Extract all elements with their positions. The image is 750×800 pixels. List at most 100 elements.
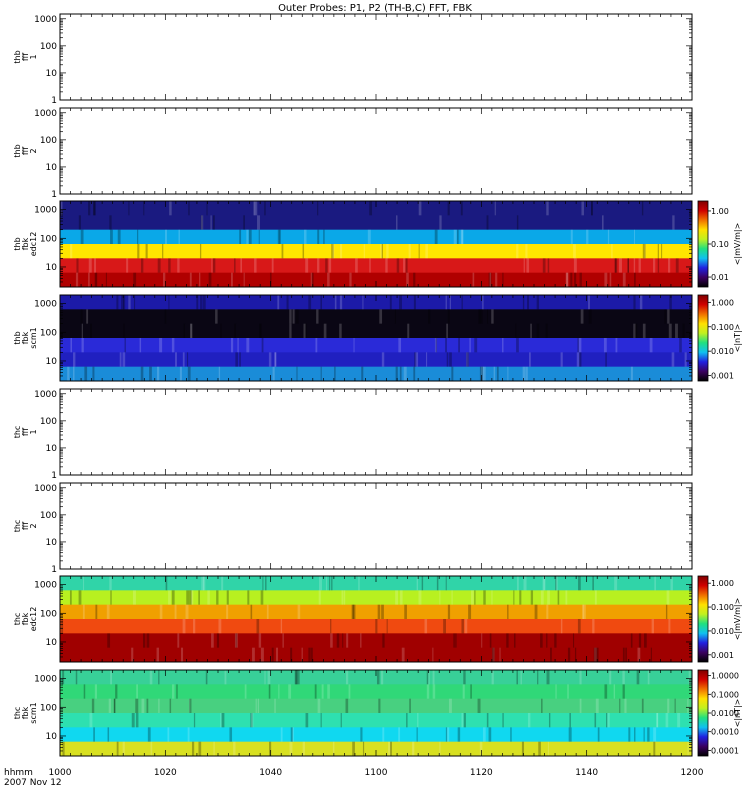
spectrogram-streak — [327, 684, 330, 699]
spectrogram-streak — [137, 244, 140, 259]
spectrogram-band — [60, 604, 692, 620]
spectrogram-streak — [186, 590, 190, 605]
spectrogram-streak — [462, 684, 465, 699]
spectrogram-streak — [95, 604, 98, 619]
spectrogram-streak — [267, 670, 271, 685]
spectrogram-streak — [674, 698, 676, 713]
spectrogram-streak — [435, 338, 437, 353]
spectrogram-streak — [257, 698, 260, 713]
spectrogram-streak — [398, 338, 402, 353]
spectrogram-streak — [466, 352, 469, 367]
spectrogram-streak — [131, 647, 134, 662]
spectrogram-streak — [302, 244, 305, 259]
spectrogram-streak — [627, 258, 629, 273]
spectrogram-streak — [649, 338, 653, 353]
spectrogram-streak — [625, 647, 627, 662]
spectrogram-streak — [460, 201, 463, 216]
spectrogram-streak — [445, 295, 447, 310]
spectrogram-streak — [613, 684, 616, 699]
spectrogram-streak — [221, 713, 225, 728]
spectrogram-streak — [339, 244, 343, 259]
panel-5: 1000100101thc fff 1 — [13, 388, 693, 481]
spectrogram-streak — [107, 633, 111, 648]
spectrogram-streak — [657, 258, 660, 273]
spectrogram-streak — [647, 727, 650, 742]
spectrogram-streak — [264, 670, 266, 685]
spectrogram-streak — [669, 295, 672, 310]
spectrogram-streak — [633, 258, 636, 273]
spectrogram-streak — [302, 741, 306, 756]
spectrogram-streak — [122, 352, 126, 367]
panel-frame — [59, 107, 693, 195]
spectrogram-streak — [286, 295, 289, 310]
spectrogram-streak — [221, 576, 224, 591]
spectrogram-streak — [124, 338, 126, 353]
spectrogram-streak — [591, 201, 593, 216]
spectrogram-streak — [332, 244, 335, 259]
spectrogram-streak — [404, 604, 407, 619]
spectrogram-band — [60, 309, 692, 325]
y-tick-label: 100 — [40, 703, 57, 713]
spectrogram-streak — [570, 272, 573, 287]
spectrogram-streak — [135, 713, 139, 728]
spectrogram-streak — [193, 713, 196, 728]
spectrogram-streak — [447, 604, 451, 619]
spectrogram-streak — [88, 258, 92, 273]
spectrogram-streak — [131, 713, 135, 728]
spectrogram-streak — [611, 244, 613, 259]
spectrogram-streak — [547, 741, 549, 756]
panel-7: 1.0000.1000.0100.001<|mV/m|>100010010thc… — [13, 575, 742, 663]
spectrogram-streak — [275, 647, 279, 662]
spectrogram-streak — [187, 366, 191, 381]
spectrogram-streak — [61, 201, 63, 216]
spectrogram-streak — [62, 670, 65, 685]
spectrogram-streak — [487, 309, 489, 324]
y-tick-label: 10 — [46, 538, 58, 548]
spectrogram-streak — [601, 215, 604, 230]
panel-frame — [59, 388, 693, 476]
colorbar-tick-label: 1.0000 — [711, 672, 739, 681]
spectrogram-streak — [579, 698, 582, 713]
spectrogram-streak — [605, 352, 607, 367]
spectrogram-streak — [449, 352, 452, 367]
spectrogram-streak — [157, 258, 161, 273]
spectrogram-streak — [261, 338, 264, 353]
spectrogram-streak — [545, 323, 548, 338]
colorbar-title: <|nT|> — [733, 324, 742, 353]
y-tick-label: 1 — [51, 565, 57, 575]
spectrogram-streak — [169, 698, 172, 713]
spectrogram-streak — [296, 366, 298, 381]
y-tick-label: 1000 — [34, 109, 57, 119]
time-tick-label: 1200 — [681, 768, 704, 778]
spectrogram-streak — [495, 272, 498, 287]
spectrogram-streak — [432, 670, 435, 685]
spectrogram-streak — [330, 619, 332, 634]
spectrogram-streak — [619, 698, 621, 713]
spectrogram-streak — [439, 590, 441, 605]
spectrogram-streak — [136, 684, 138, 699]
spectrogram-streak — [417, 713, 419, 728]
spectrogram-streak — [638, 258, 641, 273]
spectrogram-band — [60, 633, 692, 649]
y-tick-label: 10 — [46, 357, 58, 367]
spectrogram-streak — [547, 590, 550, 605]
spectrogram-band — [60, 713, 692, 728]
spectrogram-streak — [82, 604, 85, 619]
spectrogram-streak — [174, 604, 177, 619]
spectrogram-streak — [181, 647, 184, 662]
spectrogram-streak — [637, 647, 641, 662]
spectrogram-streak — [164, 229, 168, 244]
spectrogram-streak — [471, 590, 474, 605]
panel-group: 1000100101thb fff 11000100101thb fff 21.000.… — [13, 13, 742, 757]
spectrogram-streak — [253, 201, 256, 216]
spectrogram-streak — [607, 229, 610, 244]
spectrogram-streak — [220, 713, 222, 728]
spectrogram-streak — [339, 295, 343, 310]
spectrogram-streak — [212, 215, 215, 230]
spectrogram-streak — [88, 272, 90, 287]
spectrogram-streak — [481, 366, 484, 381]
spectrogram-streak — [671, 352, 675, 367]
spectrogram-streak — [560, 352, 563, 367]
spectrogram-streak — [352, 741, 355, 756]
spectrogram-streak — [536, 295, 540, 310]
